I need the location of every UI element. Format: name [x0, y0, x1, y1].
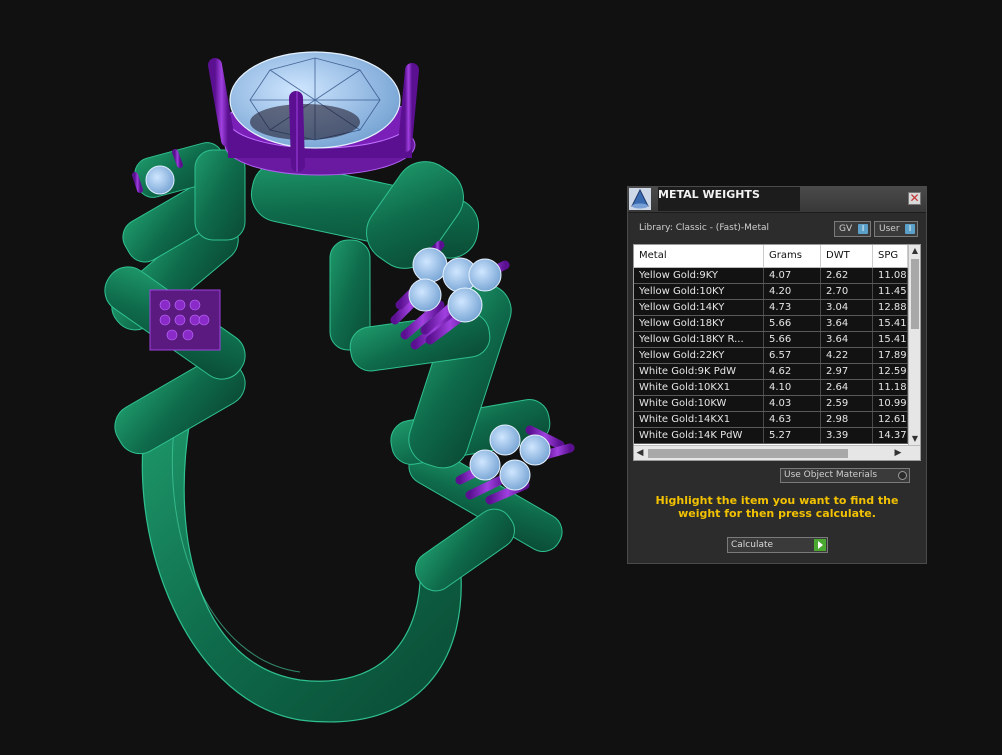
cell-grams: 6.57: [764, 348, 821, 363]
use-object-materials-toggle[interactable]: Use Object Materials: [780, 468, 910, 483]
cell-dwt: 2.64: [821, 380, 873, 395]
cell-dwt: 3.04: [821, 300, 873, 315]
cell-metal: White Gold:14K PdW: [634, 428, 764, 443]
cell-dwt: 2.98: [821, 412, 873, 427]
cell-dwt: 2.70: [821, 284, 873, 299]
cell-metal: Yellow Gold:22KY: [634, 348, 764, 363]
table-row[interactable]: Yellow Gold:18KY R... 5.66 3.64 15.41: [634, 332, 908, 348]
cell-spg: 14.37: [873, 428, 908, 443]
cell-dwt: 4.22: [821, 348, 873, 363]
metal-table[interactable]: Metal Grams DWT SPG Yellow Gold:9KY 4.07 2…: [633, 244, 921, 461]
cell-spg: 15.41: [873, 332, 908, 347]
panel-title-text: METAL WEIGHTS: [658, 188, 760, 201]
cell-grams: 5.27: [764, 428, 821, 443]
table-row[interactable]: Yellow Gold:18KY 5.66 3.64 15.41: [634, 316, 908, 332]
cell-spg: 11.18: [873, 380, 908, 395]
column-header-dwt[interactable]: DWT: [821, 245, 873, 267]
cell-dwt: 3.64: [821, 316, 873, 331]
cell-grams: 4.10: [764, 380, 821, 395]
column-header-metal[interactable]: Metal: [634, 245, 764, 267]
table-row[interactable]: White Gold:10KW 4.03 2.59 10.99: [634, 396, 908, 412]
gv-toggle-label: GV: [839, 224, 853, 234]
radio-icon: [898, 471, 907, 480]
cell-spg: 17.89: [873, 348, 908, 363]
cell-spg: 12.88: [873, 300, 908, 315]
cell-grams: 5.66: [764, 316, 821, 331]
cell-dwt: 3.39: [821, 428, 873, 443]
table-body: Yellow Gold:9KY 4.07 2.62 11.08 Yellow Gold:…: [634, 268, 908, 444]
scroll-up-icon[interactable]: ▲: [909, 245, 920, 257]
scroll-left-icon[interactable]: ◀: [634, 446, 646, 460]
table-row[interactable]: White Gold:10KX1 4.10 2.64 11.18: [634, 380, 908, 396]
table-row[interactable]: Yellow Gold:14KY 4.73 3.04 12.88: [634, 300, 908, 316]
table-row[interactable]: White Gold:9K PdW 4.62 2.97 12.59: [634, 364, 908, 380]
table-row[interactable]: Yellow Gold:9KY 4.07 2.62 11.08: [634, 268, 908, 284]
cell-grams: 5.66: [764, 332, 821, 347]
play-icon: [814, 539, 826, 551]
column-header-grams[interactable]: Grams: [764, 245, 821, 267]
cell-dwt: 2.97: [821, 364, 873, 379]
cell-spg: 12.61: [873, 412, 908, 427]
table-row[interactable]: White Gold:14KX1 4.63 2.98 12.61: [634, 412, 908, 428]
toggle-knob-icon: I: [858, 224, 868, 234]
table-row[interactable]: Yellow Gold:10KY 4.20 2.70 11.45: [634, 284, 908, 300]
cell-dwt: 3.64: [821, 332, 873, 347]
library-label: Library: Classic - (Fast)-Metal: [639, 223, 770, 233]
cell-grams: 4.62: [764, 364, 821, 379]
cell-metal: Yellow Gold:18KY: [634, 316, 764, 331]
cell-spg: 11.08: [873, 268, 908, 283]
panel-titlebar[interactable]: METAL WEIGHTS ✕: [628, 187, 926, 213]
cell-grams: 4.03: [764, 396, 821, 411]
cell-metal: Yellow Gold:14KY: [634, 300, 764, 315]
cell-spg: 12.59: [873, 364, 908, 379]
cell-metal: White Gold:10KX1: [634, 380, 764, 395]
vertical-scrollbar[interactable]: ▲ ▼: [908, 245, 920, 445]
toggle-knob-icon: I: [905, 224, 915, 234]
close-icon[interactable]: ✕: [908, 192, 921, 205]
scroll-right-icon[interactable]: ▶: [892, 446, 904, 460]
cell-metal: White Gold:14KX1: [634, 412, 764, 427]
cell-grams: 4.20: [764, 284, 821, 299]
cell-dwt: 2.59: [821, 396, 873, 411]
column-header-spg[interactable]: SPG: [873, 245, 908, 267]
calculate-label: Calculate: [731, 540, 774, 550]
horizontal-scrollbar[interactable]: ◀ ▶: [634, 445, 920, 460]
user-toggle[interactable]: User I: [874, 221, 918, 237]
cell-spg: 10.99: [873, 396, 908, 411]
cell-dwt: 2.62: [821, 268, 873, 283]
table-row[interactable]: White Gold:14K PdW 5.27 3.39 14.37: [634, 428, 908, 444]
metal-weights-panel: METAL WEIGHTS ✕ Library: Classic - (Fast…: [627, 186, 927, 564]
app-logo-icon: [629, 188, 651, 210]
cell-metal: White Gold:9K PdW: [634, 364, 764, 379]
instruction-text: Highlight the item you want to find the …: [655, 494, 899, 520]
use-object-materials-label: Use Object Materials: [784, 470, 878, 480]
user-toggle-label: User: [879, 224, 900, 234]
cell-metal: White Gold:10KW: [634, 396, 764, 411]
cell-grams: 4.63: [764, 412, 821, 427]
panel-title: METAL WEIGHTS: [658, 187, 800, 211]
table-row[interactable]: Yellow Gold:22KY 6.57 4.22 17.89: [634, 348, 908, 364]
cell-metal: Yellow Gold:10KY: [634, 284, 764, 299]
cell-metal: Yellow Gold:9KY: [634, 268, 764, 283]
horizontal-scroll-thumb[interactable]: [648, 449, 848, 458]
cell-grams: 4.07: [764, 268, 821, 283]
cell-metal: Yellow Gold:18KY R...: [634, 332, 764, 347]
scroll-down-icon[interactable]: ▼: [909, 433, 920, 445]
cell-spg: 15.41: [873, 316, 908, 331]
cell-grams: 4.73: [764, 300, 821, 315]
gv-toggle[interactable]: GV I: [834, 221, 871, 237]
cell-spg: 11.45: [873, 284, 908, 299]
vertical-scroll-thumb[interactable]: [911, 259, 919, 329]
calculate-button[interactable]: Calculate: [727, 537, 828, 553]
table-header: Metal Grams DWT SPG: [634, 245, 908, 268]
